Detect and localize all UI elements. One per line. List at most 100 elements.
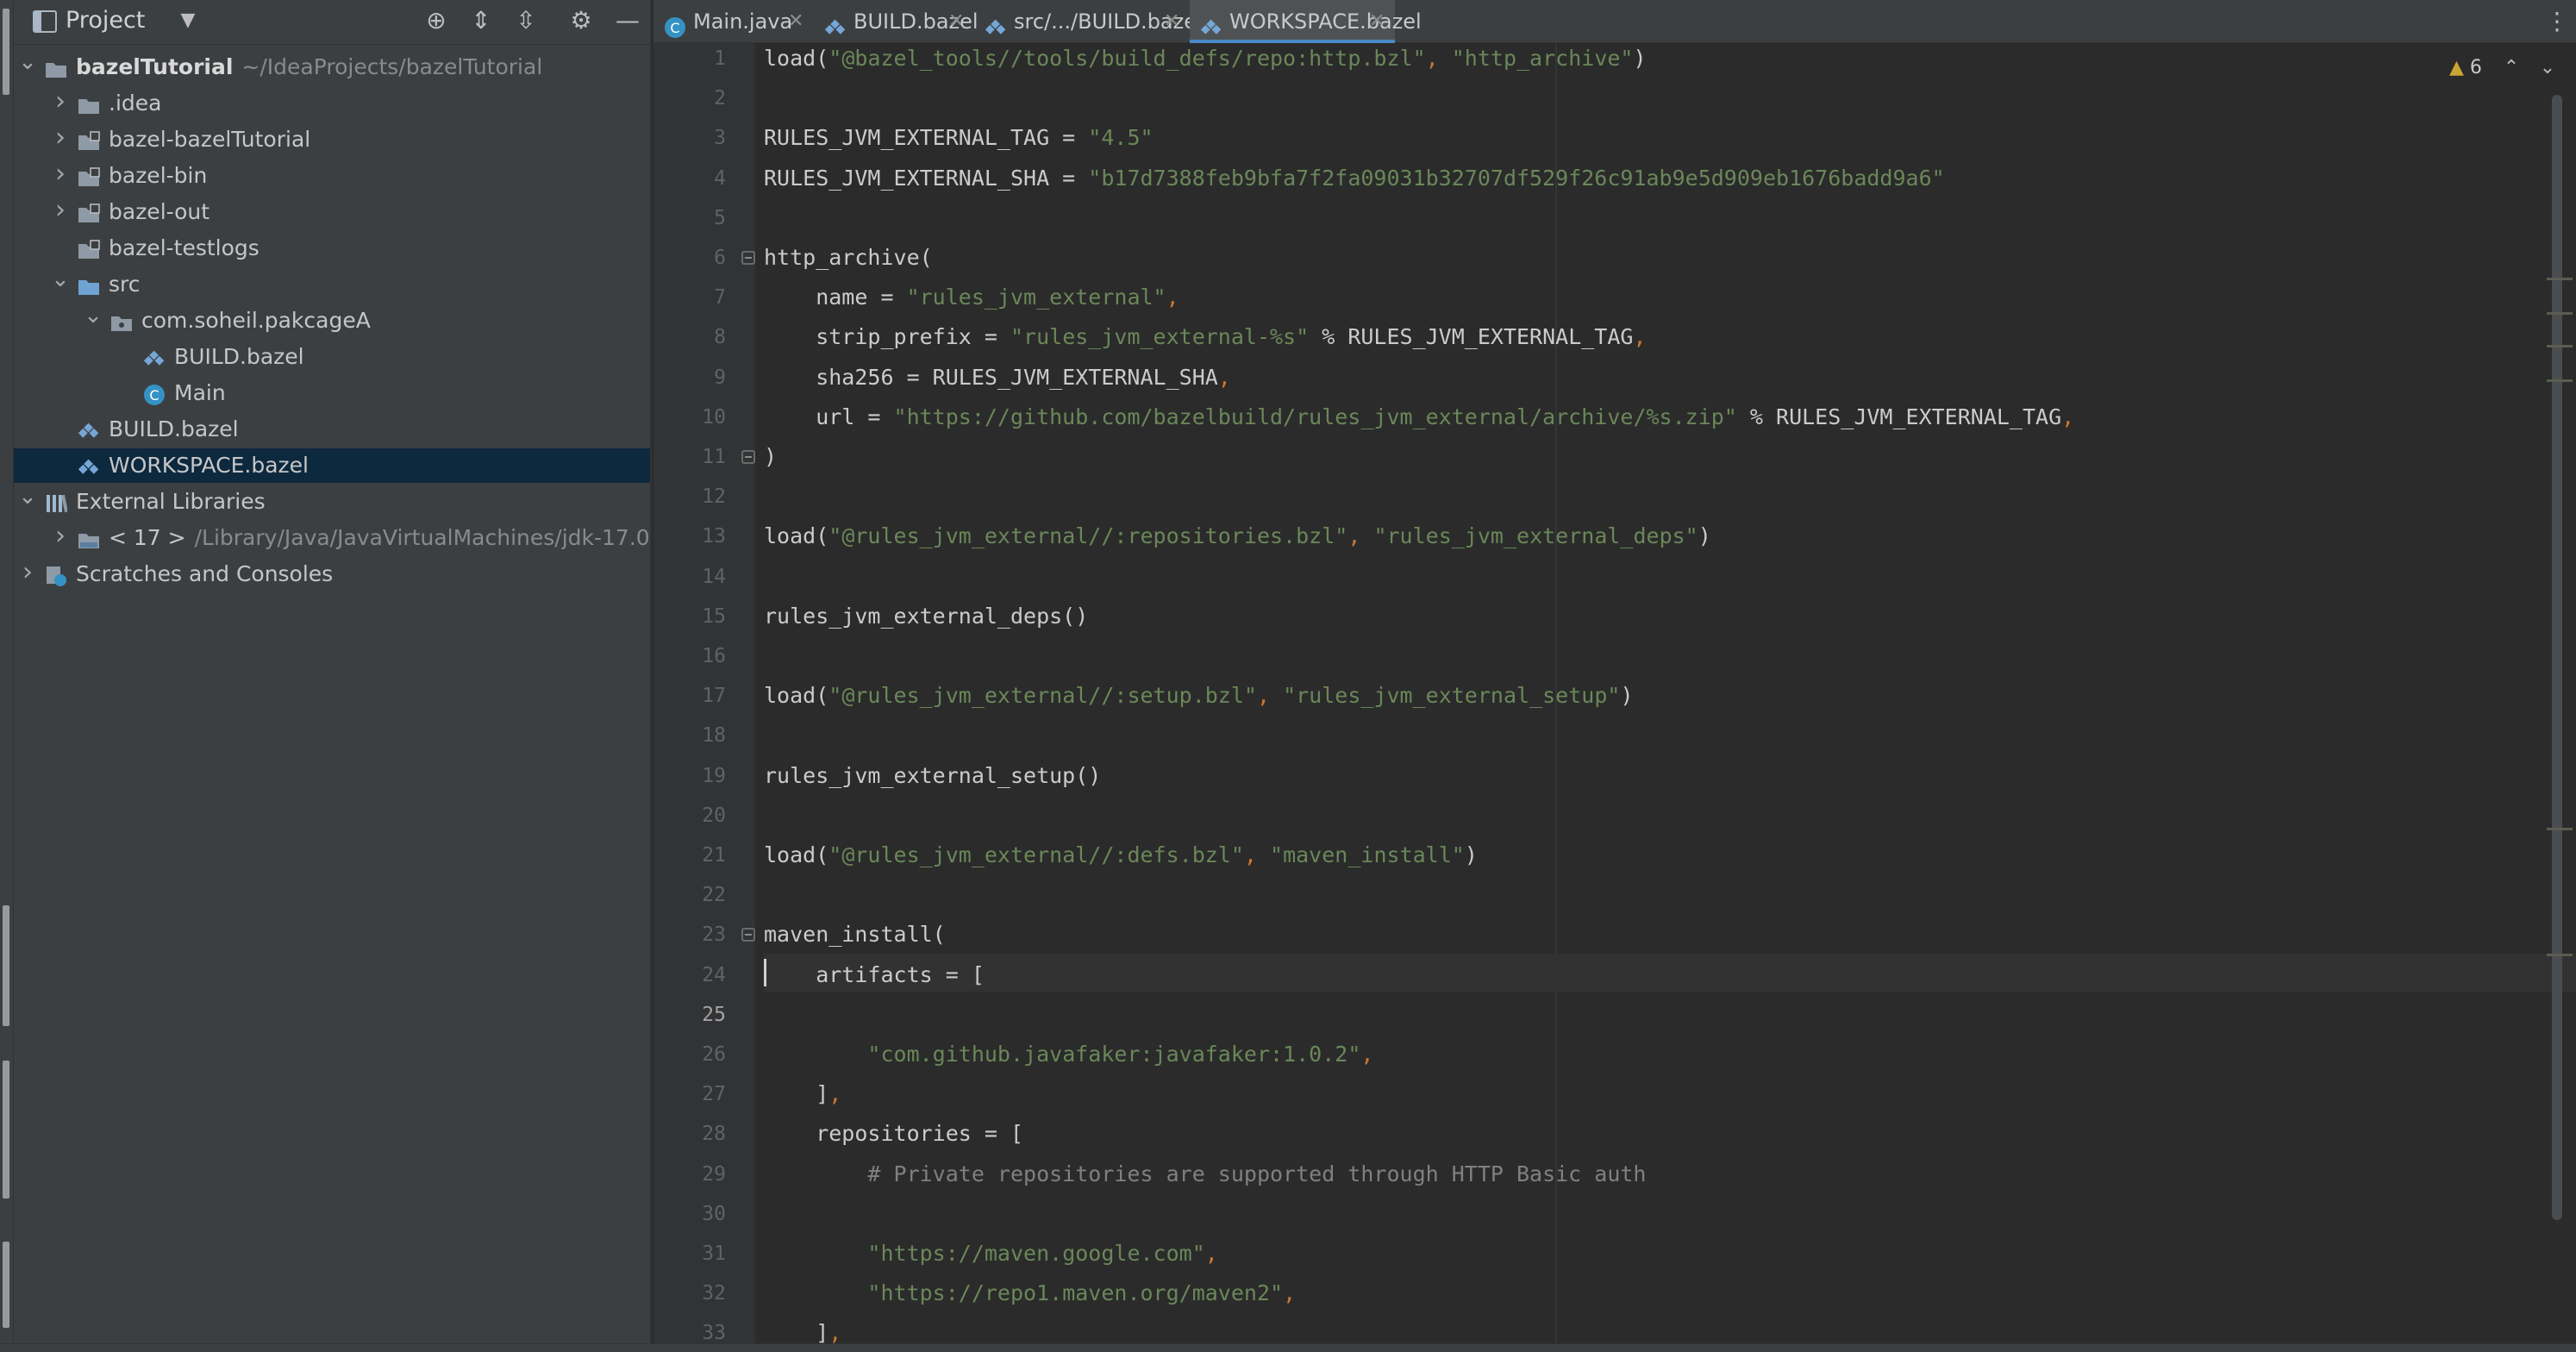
left-tool-window-strip xyxy=(0,0,14,1343)
project-tree-item[interactable]: › bazel-out xyxy=(14,193,650,229)
project-tree-item[interactable]: ⌄ src xyxy=(14,266,650,302)
code-line[interactable]: "com.github.javafaker:javafaker:1.0.2", xyxy=(764,1036,1373,1073)
code-editor[interactable]: 1 2 3 4 5 6 7 8 9 10 11 12 13 14 15 16 17 18 19 20 21 22 23 24 2… xyxy=(653,43,2576,1343)
code-line[interactable]: rules_jvm_external_setup() xyxy=(764,757,1101,795)
structure-tool-window-button[interactable] xyxy=(3,905,9,1026)
current-line-highlight xyxy=(764,954,2576,992)
code-line[interactable]: # Private repositories are supported thr… xyxy=(764,1155,1646,1193)
code-line[interactable]: repositories = [ xyxy=(764,1115,1023,1153)
previous-highlight-icon[interactable]: ⌃ xyxy=(2498,55,2524,81)
code-line[interactable]: maven_install( xyxy=(764,916,946,954)
editor-tab[interactable]: src/.../BUILD.bazel ✕ xyxy=(974,0,1203,43)
code-line[interactable]: RULES_JVM_EXTERNAL_SHA = "b17d7388feb9bf… xyxy=(764,160,1945,197)
project-tree-item[interactable]: › < 17 > /Library/Java/JavaVirtualMachines… xyxy=(14,519,652,555)
warning-icon: ▲ xyxy=(2449,57,2464,78)
editor-tab[interactable]: WORKSPACE.bazel ✕ xyxy=(1190,0,1422,43)
project-tree-item[interactable]: ⌄ com.soheil.pakcageA xyxy=(14,303,650,338)
line-number: 33 xyxy=(702,1322,726,1343)
code-line[interactable]: load("@rules_jvm_external//:repositories… xyxy=(764,517,1711,555)
java-class-icon: C xyxy=(664,10,686,38)
editor-tab[interactable]: BUILD.bazel ✕ xyxy=(814,0,979,43)
bookmarks-tool-window-button[interactable] xyxy=(3,1061,9,1199)
code-line[interactable]: load("@rules_jvm_external//:defs.bzl", "… xyxy=(764,836,1478,874)
line-number: 8 xyxy=(714,326,726,349)
code-line[interactable]: RULES_JVM_EXTERNAL_TAG = "4.5" xyxy=(764,119,1154,157)
tree-item-path: /Library/Java/JavaVirtualMachines/jdk-17… xyxy=(194,525,652,550)
project-tree-item[interactable]: bazel-testlogs xyxy=(14,231,650,266)
close-icon[interactable]: ✕ xyxy=(788,0,803,43)
favorites-tool-window-button[interactable] xyxy=(3,1242,9,1328)
symlink-folder-icon xyxy=(78,165,100,187)
code-line[interactable]: load("@rules_jvm_external//:setup.bzl", … xyxy=(764,677,1634,715)
line-number: 30 xyxy=(702,1202,726,1225)
code-line[interactable]: ], xyxy=(764,1075,841,1113)
line-number: 32 xyxy=(702,1282,726,1305)
line-number: 6 xyxy=(714,247,726,269)
code-line[interactable]: ) xyxy=(764,438,777,476)
svg-text:C: C xyxy=(149,387,159,404)
project-tree-item[interactable]: ⌄ bazelTutorial ~/IdeaProjects/bazelTutori… xyxy=(14,49,650,84)
code-line[interactable]: rules_jvm_external_deps() xyxy=(764,598,1088,635)
project-tool-window-button[interactable] xyxy=(3,9,9,95)
expand-all-icon[interactable]: ⇕ xyxy=(466,5,497,36)
code-line[interactable]: strip_prefix = "rules_jvm_external-%s" %… xyxy=(764,318,1646,356)
code-line[interactable]: sha256 = RULES_JVM_EXTERNAL_SHA, xyxy=(764,359,1231,397)
chevron-down-icon[interactable]: ▼ xyxy=(172,5,203,36)
project-tree-item[interactable]: ⌄ External Libraries xyxy=(14,484,650,519)
fold-toggle-icon[interactable] xyxy=(741,928,755,942)
scratches-icon xyxy=(45,563,67,586)
line-number: 17 xyxy=(702,685,726,708)
line-number: 22 xyxy=(702,884,726,907)
project-tree-item[interactable]: › bazel-bazelTutorial xyxy=(14,121,650,157)
line-number: 26 xyxy=(702,1043,726,1066)
gear-icon[interactable]: ⚙ xyxy=(566,5,597,36)
more-tabs-icon[interactable]: ⋮ xyxy=(2545,0,2569,43)
project-panel: Project ▼ ⊕ ⇕ ⇳ ⚙ — ⌄ bazelTutorial ~/Idea… xyxy=(14,0,652,1343)
chevron-right-icon[interactable]: › xyxy=(50,519,71,554)
project-tree-item[interactable]: BUILD.bazel xyxy=(14,412,650,447)
hide-panel-icon[interactable]: — xyxy=(612,5,643,36)
chevron-right-icon[interactable]: › xyxy=(50,193,71,228)
project-tree-item[interactable]: WORKSPACE.bazel xyxy=(14,448,650,483)
code-line[interactable]: load("@bazel_tools//tools/build_defs/rep… xyxy=(764,43,1647,78)
chevron-down-icon[interactable]: ⌄ xyxy=(50,262,71,297)
tab-label: Main.java xyxy=(693,9,793,34)
editor-tab[interactable]: C Main.java ✕ xyxy=(653,0,814,43)
chevron-right-icon[interactable]: › xyxy=(50,157,71,191)
chevron-down-icon[interactable]: ⌄ xyxy=(17,45,38,79)
chevron-down-icon[interactable]: ⌄ xyxy=(83,298,103,333)
chevron-right-icon[interactable]: › xyxy=(50,121,71,155)
code-line[interactable]: "https://maven.google.com", xyxy=(764,1235,1217,1273)
collapse-all-icon[interactable]: ⇳ xyxy=(510,5,541,36)
code-line[interactable]: ], xyxy=(764,1314,841,1343)
line-number: 21 xyxy=(702,844,726,867)
symlink-folder-icon xyxy=(78,237,100,260)
inspection-widget[interactable]: ▲ 6 xyxy=(2449,55,2482,81)
project-tree-item[interactable]: › Scratches and Consoles xyxy=(14,555,650,592)
close-icon[interactable]: ✕ xyxy=(948,0,964,43)
project-tree-item[interactable]: C Main xyxy=(14,376,650,410)
chevron-right-icon[interactable]: › xyxy=(17,555,38,590)
select-opened-file-icon[interactable]: ⊕ xyxy=(421,5,452,36)
chevron-down-icon[interactable]: ⌄ xyxy=(17,479,38,514)
code-line[interactable]: http_archive( xyxy=(764,239,933,277)
close-icon[interactable]: ✕ xyxy=(1369,0,1385,43)
tree-item-label: bazel-bazelTutorial xyxy=(109,127,311,152)
project-tree-item[interactable]: › .idea xyxy=(14,84,650,121)
line-number: 14 xyxy=(702,565,726,588)
close-icon[interactable]: ✕ xyxy=(1164,0,1179,43)
fold-toggle-icon[interactable] xyxy=(741,251,755,265)
next-highlight-icon[interactable]: ⌄ xyxy=(2535,55,2560,81)
project-tree-item[interactable]: › bazel-bin xyxy=(14,157,650,193)
code-line[interactable]: "https://repo1.maven.org/maven2", xyxy=(764,1274,1296,1312)
code-line[interactable]: url = "https://github.com/bazelbuild/rul… xyxy=(764,398,2074,436)
jdk-icon xyxy=(78,527,100,549)
symlink-folder-icon xyxy=(78,201,100,223)
chevron-right-icon[interactable]: › xyxy=(50,84,71,119)
vertical-scrollbar[interactable] xyxy=(2552,95,2562,1220)
fold-toggle-icon[interactable] xyxy=(741,450,755,464)
code-line[interactable]: artifacts = [ xyxy=(764,956,985,994)
project-view-title[interactable]: Project xyxy=(66,7,145,34)
code-line[interactable]: name = "rules_jvm_external", xyxy=(764,279,1179,316)
project-tree-item[interactable]: BUILD.bazel xyxy=(14,340,650,374)
